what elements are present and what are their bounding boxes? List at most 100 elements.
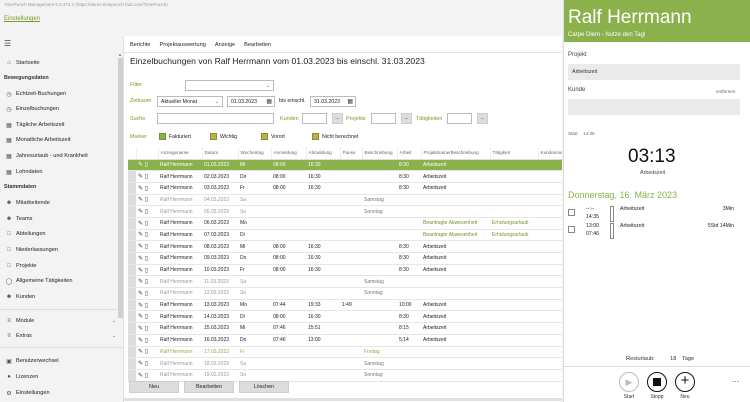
sidebar-item-startseite[interactable]: ⌂ Startseite (0, 56, 124, 70)
column-header[interactable]: Kundenname (538, 147, 563, 160)
marker-nicht-berechnet[interactable]: Nicht berechnet (312, 133, 358, 140)
table-row[interactable]: ✎ ▯ Ralf Herrmann 14.03.2023 Di 08:00 16:30 8:… (128, 310, 562, 324)
start-button[interactable]: ▶ (619, 372, 639, 392)
zeitraum-select[interactable]: Aktueller Monat ⌄ (157, 96, 223, 107)
table-row[interactable]: ✎ ▯ Ralf Herrmann 10.03.2023 Fr 08:00 16:30 8:… (128, 264, 562, 277)
table-row[interactable]: ✎ ▯ Ralf Herrmann 13.03.2023 Mo 07:44 19:33 1:… (128, 299, 562, 312)
new-button[interactable]: Neu (129, 381, 179, 393)
table-row[interactable]: ✎ ▯ Ralf Herrmann 15.03.2023 Mi 07:46 15:51 8:… (128, 322, 562, 335)
table-row[interactable]: ✎ ▯ Ralf Herrmann 03.03.2023 Fr 08:00 16:30 8:… (128, 182, 562, 195)
column-header[interactable]: Pause (340, 147, 363, 160)
filter-select[interactable]: ⌄ (185, 80, 274, 91)
table-row[interactable]: ✎ ▯ Ralf Herrmann 11.03.2023 Sa Samstag (128, 275, 562, 289)
sidebar-item-taetigkeiten[interactable]: ◯ Allgemeine Tätigkeiten (0, 274, 124, 288)
document-icon[interactable]: ▯ (145, 186, 148, 192)
document-icon[interactable]: ▯ (145, 256, 148, 262)
stop-button[interactable] (647, 372, 667, 392)
edit-icon[interactable]: ✎ (138, 279, 143, 285)
edit-icon[interactable]: ✎ (138, 361, 143, 367)
column-header[interactable]: Anzeigename (158, 147, 203, 160)
marker-fakturiert[interactable]: Fakturiert (159, 133, 191, 140)
document-icon[interactable]: ▯ (145, 232, 148, 238)
table-row[interactable]: ✎ ▯ Ralf Herrmann 06.03.2023 Mo Beantragte A… (128, 217, 562, 230)
from-date-field[interactable]: 01.03.2023 ▦ (227, 96, 275, 107)
kunden-picker-button[interactable]: ... (332, 113, 343, 124)
edit-icon[interactable]: ✎ (138, 209, 143, 215)
sidebar-expander-module[interactable]: ≡ Module ⌄ (0, 314, 124, 328)
sidebar-item-einstellungen[interactable]: ⚙ Einstellungen (0, 386, 124, 400)
app-settings-link[interactable]: Einstellungen (4, 16, 40, 22)
table-row[interactable]: ✎ ▯ Ralf Herrmann 01.03.2023 Mi 08:00 16:30 8:… (128, 159, 562, 172)
table-row[interactable]: ✎ ▯ Ralf Herrmann 07.03.2023 Di Beantragte A… (128, 229, 562, 242)
sidebar-item-einzelbuchungen[interactable]: ◷ Einzelbuchungen (0, 102, 124, 116)
to-date-field[interactable]: 31.03.2023 ▦ (310, 96, 356, 107)
kunden-field[interactable] (302, 113, 327, 124)
document-icon[interactable]: ▯ (145, 197, 148, 203)
kunde-field[interactable] (568, 99, 740, 115)
table-row[interactable]: ✎ ▯ Ralf Herrmann 12.03.2023 So Sonntag (128, 287, 562, 300)
table-row[interactable]: ✎ ▯ Ralf Herrmann 05.03.2023 So Sonntag (128, 205, 562, 218)
column-header[interactable]: Datum (202, 147, 239, 160)
document-icon[interactable]: ▯ (145, 268, 148, 274)
marker-vorort[interactable]: Vorort (261, 133, 285, 140)
taetigkeiten-picker-button[interactable]: ... (477, 113, 488, 124)
sidebar-item-teams[interactable]: ☻ Teams (0, 212, 124, 226)
edit-button[interactable]: Bearbeiten (184, 381, 234, 393)
edit-icon[interactable]: ✎ (138, 174, 143, 180)
sidebar-item-echtzeit[interactable]: ◷ Echtzeit-Buchungen (0, 87, 124, 101)
edit-icon[interactable]: ✎ (138, 291, 143, 297)
edit-icon[interactable]: ✎ (138, 221, 143, 227)
table-row[interactable]: ✎ ▯ Ralf Herrmann 18.03.2023 Sa Samstag (128, 357, 562, 370)
sidebar-item-jahresurlaub[interactable]: ▦ Jahresurlaub - und Krankheit (0, 149, 124, 163)
projekte-picker-button[interactable]: ... (401, 113, 412, 124)
calendar-icon[interactable]: ▦ (266, 98, 272, 105)
sidebar-item-taeglich[interactable]: ▦ Tägliche Arbeitszeit (0, 118, 124, 132)
marker-wichtig[interactable]: Wichtig (210, 133, 237, 140)
column-header[interactable]: Beschreibung (362, 147, 398, 160)
taetigkeiten-field[interactable] (447, 113, 472, 124)
document-icon[interactable]: ▯ (145, 303, 148, 309)
column-header[interactable]: Tätigkeit (490, 147, 539, 160)
document-icon[interactable]: ▯ (145, 209, 148, 215)
table-row[interactable]: ✎ ▯ Ralf Herrmann 19.03.2023 So Sonntag (128, 369, 562, 382)
edit-icon[interactable]: ✎ (138, 244, 143, 250)
hamburger-icon[interactable]: ☰ (4, 39, 11, 48)
column-header[interactable] (128, 147, 137, 160)
edit-icon[interactable]: ✎ (138, 268, 143, 274)
document-icon[interactable]: ▯ (145, 221, 148, 227)
sidebar-item-lohndaten[interactable]: ▦ Lohndaten (0, 165, 124, 179)
menu-berichte[interactable]: Berichte (130, 42, 151, 48)
sidebar-scrollbar[interactable] (118, 58, 123, 318)
projekt-field[interactable]: Arbeitszeit (568, 64, 740, 80)
table-row[interactable]: ✎ ▯ Ralf Herrmann 09.03.2023 Do 08:00 16:30 8:… (128, 252, 562, 265)
sidebar-item-kunden[interactable]: ☻ Kunden (0, 290, 124, 304)
booking-entry[interactable]: --:-- 14:35 Arbeitszeit 3Min (568, 206, 748, 224)
table-row[interactable]: ✎ ▯ Ralf Herrmann 16.03.2023 Do 07:46 13:00 5:… (128, 334, 562, 347)
column-header[interactable]: Anmeldung (271, 147, 307, 160)
menu-anzeige[interactable]: Anzeige (215, 42, 235, 48)
edit-icon[interactable]: ✎ (138, 197, 143, 203)
edit-icon[interactable]: ✎ (138, 232, 143, 238)
sidebar-item-mitarbeitende[interactable]: ☻ Mitarbeitende (0, 196, 124, 210)
document-icon[interactable]: ▯ (145, 361, 148, 367)
sidebar-item-monatlich[interactable]: ▦ Monatliche Arbeitszeit (0, 133, 124, 147)
horizontal-scrollbar[interactable] (124, 398, 562, 401)
menu-bearbeiten[interactable]: Bearbeiten (244, 42, 271, 48)
document-icon[interactable]: ▯ (145, 326, 148, 332)
document-icon[interactable]: ▯ (145, 279, 148, 285)
edit-icon[interactable]: ✎ (138, 303, 143, 309)
booking-checkbox[interactable] (568, 209, 575, 216)
booking-entry[interactable]: 13:00 07:46 Arbeitszeit 5Std 14Min (568, 223, 748, 241)
document-icon[interactable]: ▯ (145, 338, 148, 344)
edit-icon[interactable]: ✎ (138, 326, 143, 332)
edit-icon[interactable]: ✎ (138, 256, 143, 262)
edit-icon[interactable]: ✎ (138, 373, 143, 379)
calendar-icon[interactable]: ▦ (347, 98, 353, 105)
new-booking-button[interactable]: + (675, 372, 695, 392)
edit-icon[interactable]: ✎ (138, 314, 143, 320)
document-icon[interactable]: ▯ (145, 244, 148, 250)
table-row[interactable]: ✎ ▯ Ralf Herrmann 02.03.2023 Do 08:00 16:30 8:… (128, 170, 562, 183)
edit-icon[interactable]: ✎ (138, 349, 143, 355)
document-icon[interactable]: ▯ (145, 174, 148, 180)
sidebar-item-projekte[interactable]: □ Projekte (0, 259, 124, 273)
